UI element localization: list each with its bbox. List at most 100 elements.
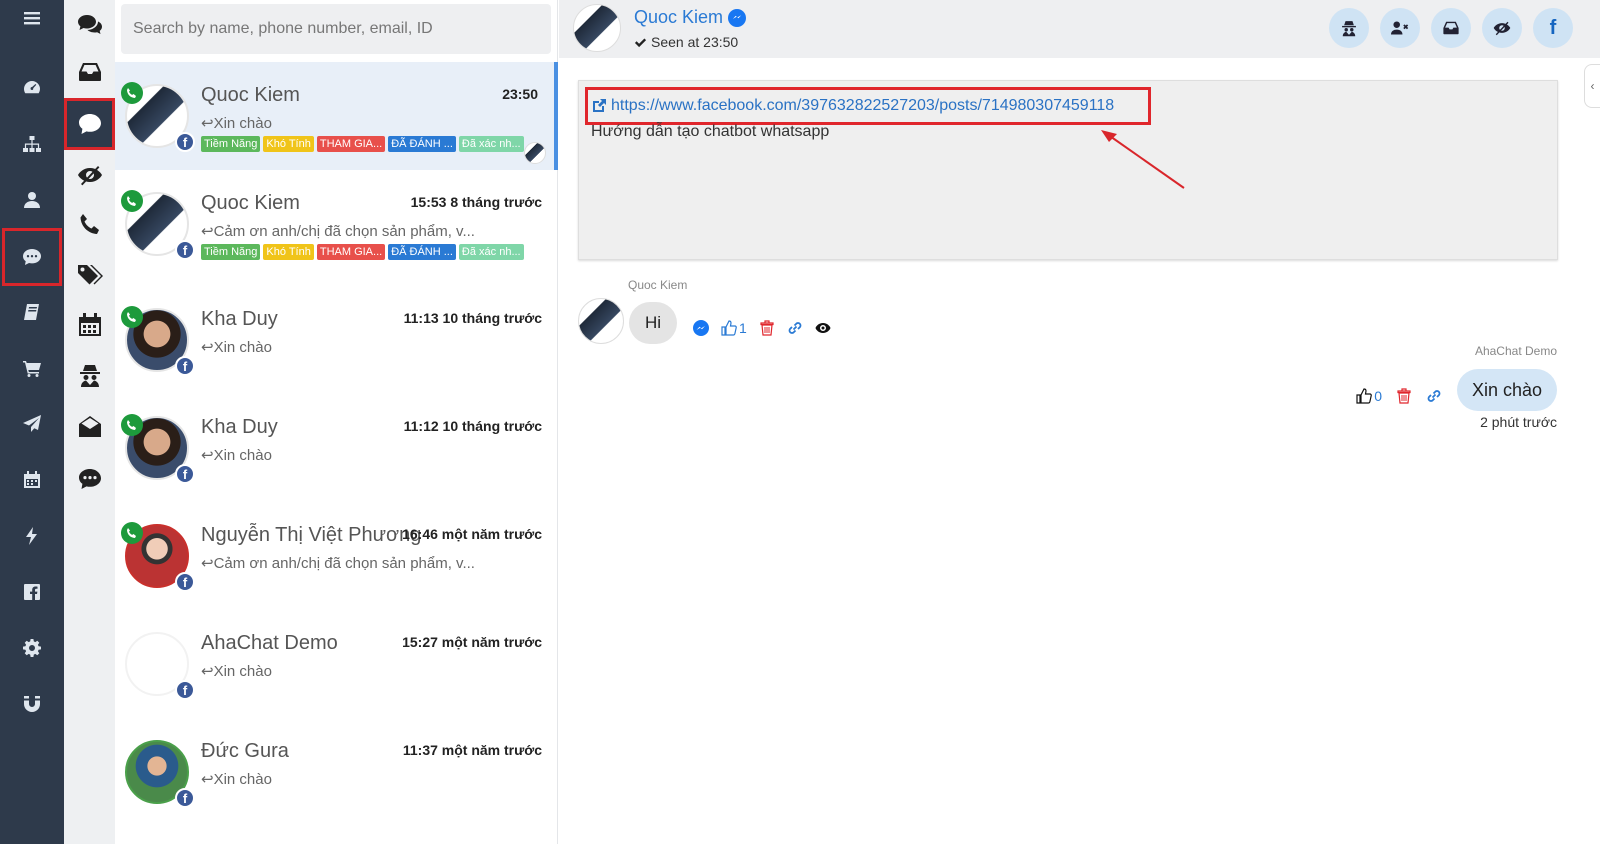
conversation-preview-text: Xin chào bbox=[213, 771, 272, 788]
eye-slash-icon[interactable] bbox=[64, 150, 115, 200]
post-link[interactable]: https://www.facebook.com/397632822527203… bbox=[591, 97, 1114, 115]
facebook-icon: f bbox=[1549, 16, 1557, 39]
envelope-open-icon[interactable] bbox=[64, 402, 115, 452]
conversation-preview: ↩Xin chào bbox=[201, 115, 272, 132]
message-sender: Quoc Kiem bbox=[628, 278, 688, 292]
spy-icon[interactable] bbox=[64, 350, 115, 400]
thumbs-up-icon bbox=[721, 320, 737, 336]
conversation-item[interactable]: f AhaChat Demo 15:27 một năm trước ↩Xin … bbox=[115, 610, 558, 718]
calendar-icon[interactable] bbox=[64, 300, 115, 350]
conversation-preview: ↩Cảm ơn anh/chị đã chọn sản phẩm, v... bbox=[201, 555, 475, 572]
comment-icon[interactable] bbox=[64, 98, 115, 150]
conversation-name: Đức Gura bbox=[201, 740, 289, 762]
phone-icon bbox=[121, 190, 143, 212]
trash-icon bbox=[760, 320, 774, 336]
tag[interactable]: Khó Tính bbox=[263, 244, 314, 260]
delete-button[interactable] bbox=[759, 320, 775, 336]
bolt-icon[interactable] bbox=[0, 508, 64, 564]
collapse-panel-button[interactable]: ‹ bbox=[1584, 64, 1600, 108]
facebook-icon: f bbox=[175, 356, 195, 376]
hide-button[interactable] bbox=[1482, 8, 1522, 48]
avatar: f bbox=[121, 522, 195, 592]
conversation-preview: ↩Xin chào bbox=[201, 339, 272, 356]
conversation-item[interactable]: f Quoc Kiem 23:50 ↩Xin chào Tiềm Năng Kh… bbox=[115, 62, 558, 170]
spy-button[interactable] bbox=[1329, 8, 1369, 48]
tag[interactable]: THAM GIA... bbox=[316, 136, 386, 152]
message-time: 2 phút trước bbox=[1480, 414, 1557, 430]
tag[interactable]: ĐÃ ĐÁNH ... bbox=[388, 136, 456, 152]
avatar: f bbox=[121, 82, 195, 152]
inbox-icon bbox=[1443, 21, 1459, 35]
magnet-icon[interactable] bbox=[0, 676, 64, 732]
main-rail bbox=[0, 0, 64, 844]
messenger-icon bbox=[728, 8, 747, 27]
tag[interactable]: Đã xác nh... bbox=[458, 136, 524, 152]
menu-icon[interactable] bbox=[0, 0, 64, 46]
facebook-icon: f bbox=[175, 572, 195, 592]
tag[interactable]: Khó Tính bbox=[263, 136, 314, 152]
send-icon[interactable] bbox=[0, 396, 64, 452]
conversation-name: Kha Duy bbox=[201, 308, 278, 330]
conversation-item[interactable]: f Nguyễn Thị Việt Phương 16:46 một năm t… bbox=[115, 502, 558, 610]
gear-icon[interactable] bbox=[0, 620, 64, 676]
facebook-button[interactable]: f bbox=[1533, 8, 1573, 48]
phone-icon[interactable] bbox=[64, 200, 115, 250]
calendar-icon[interactable] bbox=[0, 452, 64, 508]
link-button[interactable] bbox=[1426, 388, 1442, 404]
tag[interactable]: Đã xác nh... bbox=[458, 244, 524, 260]
facebook-square-icon[interactable] bbox=[0, 564, 64, 620]
tag[interactable]: Tiềm Năng bbox=[201, 136, 261, 152]
avatar: f bbox=[121, 190, 195, 260]
tags-icon[interactable] bbox=[64, 250, 115, 300]
app-window: f Quoc Kiem 23:50 ↩Xin chào Tiềm Năng Kh… bbox=[0, 0, 1600, 844]
contact-avatar[interactable] bbox=[573, 4, 621, 52]
sender-avatar bbox=[578, 298, 624, 344]
inbox-icon[interactable] bbox=[64, 47, 115, 97]
facebook-icon: f bbox=[175, 132, 195, 152]
user-times-icon bbox=[1391, 21, 1409, 35]
link-button[interactable] bbox=[787, 320, 803, 336]
conversation-item[interactable]: f Đức Gura 11:37 một năm trước ↩Xin chào bbox=[115, 718, 558, 826]
conversation-item[interactable]: f Kha Duy 11:12 10 tháng trước ↩Xin chào bbox=[115, 394, 558, 502]
tag[interactable]: ĐÃ ĐÁNH ... bbox=[388, 244, 456, 260]
tag-list: Tiềm Năng Khó Tính THAM GIA... ĐÃ ĐÁNH .… bbox=[201, 244, 524, 260]
conversation-name: AhaChat Demo bbox=[201, 632, 338, 654]
conversation-list: f Quoc Kiem 23:50 ↩Xin chào Tiềm Năng Kh… bbox=[115, 0, 558, 844]
trash-icon bbox=[1397, 388, 1411, 404]
sitemap-icon[interactable] bbox=[0, 116, 64, 172]
commenting-icon[interactable] bbox=[64, 454, 115, 504]
block-user-button[interactable] bbox=[1380, 8, 1420, 48]
dashboard-icon[interactable] bbox=[0, 60, 64, 116]
message-sender: AhaChat Demo bbox=[1474, 344, 1557, 358]
user-icon[interactable] bbox=[0, 172, 64, 228]
conversation-item[interactable]: f Quoc Kiem 15:53 8 tháng trước ↩Cảm ơn … bbox=[115, 170, 558, 278]
eye-slash-icon bbox=[1493, 21, 1511, 36]
conversation-preview: ↩Xin chào bbox=[201, 663, 272, 680]
link-icon bbox=[1427, 390, 1441, 402]
phone-icon bbox=[121, 522, 143, 544]
conversation-item[interactable]: f Kha Duy 11:13 10 tháng trước ↩Xin chào bbox=[115, 286, 558, 394]
archive-button[interactable] bbox=[1431, 8, 1471, 48]
view-button[interactable] bbox=[815, 320, 831, 336]
post-link-text: https://www.facebook.com/397632822527203… bbox=[611, 97, 1115, 114]
search-input[interactable] bbox=[121, 4, 551, 54]
message-bubble[interactable]: Xin chào bbox=[1457, 369, 1557, 411]
facebook-icon: f bbox=[175, 680, 195, 700]
like-count: 1 bbox=[739, 320, 747, 336]
like-button[interactable]: 1 bbox=[721, 320, 747, 336]
chat-icon[interactable] bbox=[2, 228, 62, 286]
conversation-name: Quoc Kiem bbox=[201, 84, 300, 106]
tag[interactable]: Tiềm Năng bbox=[201, 244, 261, 260]
messenger-button[interactable] bbox=[693, 320, 709, 336]
phone-icon bbox=[121, 414, 143, 436]
tag[interactable]: THAM GIA... bbox=[316, 244, 386, 260]
annotation-arrow bbox=[1101, 130, 1185, 189]
cart-icon[interactable] bbox=[0, 340, 64, 396]
book-icon[interactable] bbox=[0, 284, 64, 340]
message-bubble[interactable]: Hi bbox=[629, 302, 677, 344]
comments-icon[interactable] bbox=[64, 0, 115, 50]
delete-button[interactable] bbox=[1396, 388, 1412, 404]
like-button[interactable]: 0 bbox=[1356, 388, 1382, 404]
contact-name[interactable]: Quoc Kiem bbox=[634, 7, 747, 28]
avatar: f bbox=[121, 306, 195, 376]
